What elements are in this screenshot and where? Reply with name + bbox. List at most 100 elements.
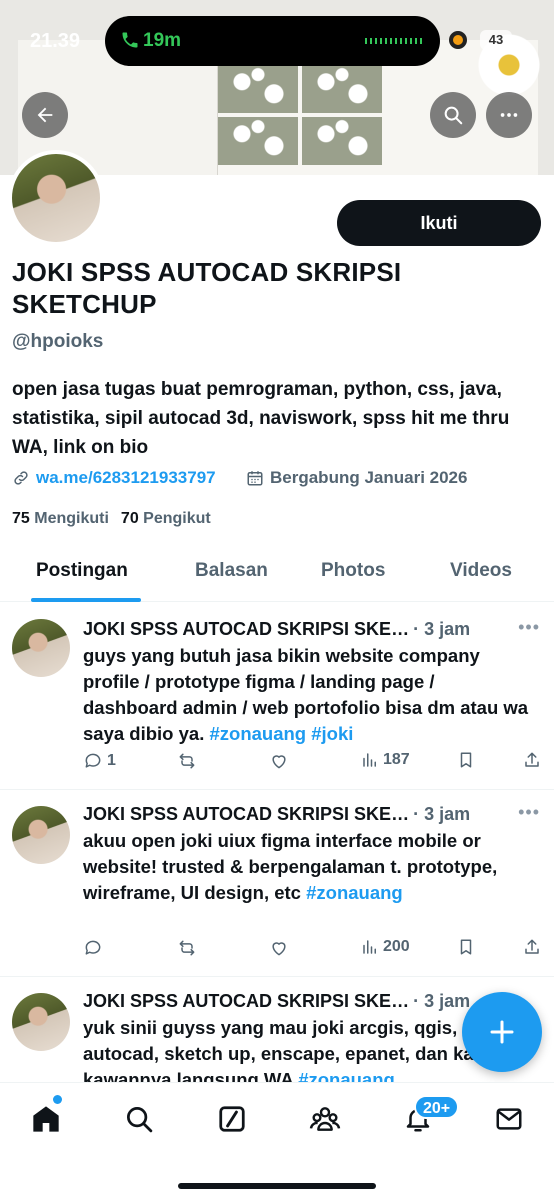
share-button[interactable]: [523, 751, 541, 769]
followers-count: 70: [120, 510, 139, 527]
share-icon: [525, 752, 539, 767]
post-time: · 3 jam: [413, 619, 471, 639]
view-count: 187: [383, 751, 410, 768]
like-button[interactable]: [269, 751, 289, 771]
mail-icon: [496, 1108, 522, 1130]
following-stat[interactable]: 75 Mengikuti: [12, 510, 109, 528]
profile-stats: 75 Mengikuti 70 Pengikut: [12, 510, 211, 528]
profile-joined-text: Bergabung Januari 2026: [270, 468, 468, 487]
post-text-content: akuu open joki uiux figma interface mobi…: [83, 830, 498, 903]
calendar-icon: [247, 471, 263, 486]
more-horizontal-icon: [500, 113, 518, 117]
follow-button[interactable]: Ikuti: [337, 200, 541, 246]
post-header: JOKI SPSS AUTOCAD SKRIPSI SKE… · 3 jam: [83, 991, 470, 1012]
bookmark-button[interactable]: [457, 751, 475, 769]
heart-icon: [272, 755, 286, 769]
notifications-badge: 20+: [414, 1095, 460, 1119]
post-author[interactable]: JOKI SPSS AUTOCAD SKRIPSI SKE…: [83, 804, 409, 825]
profile-bio: open jasa tugas buat pemrograman, python…: [12, 379, 510, 458]
home-icon: [33, 1106, 59, 1132]
profile-link-text[interactable]: wa.me/6283121933797: [36, 468, 216, 488]
search-button[interactable]: [430, 92, 476, 138]
nav-search[interactable]: [119, 1099, 159, 1139]
repost-icon: [179, 940, 195, 956]
tab-videos[interactable]: Videos: [450, 560, 512, 582]
nav-home[interactable]: [26, 1099, 66, 1139]
post-avatar[interactable]: [12, 806, 70, 864]
views-chart-icon: [363, 940, 376, 954]
post-hashtags[interactable]: #zonauang: [293, 1069, 395, 1082]
post-hashtags[interactable]: #zonauang #joki: [204, 723, 353, 744]
search-icon: [444, 106, 463, 125]
tab-photos[interactable]: Photos: [321, 560, 385, 582]
nav-communities[interactable]: [305, 1099, 345, 1139]
reply-count: 1: [107, 752, 116, 769]
recording-indicator-icon: [449, 31, 467, 49]
link-icon: [14, 471, 28, 485]
post-author[interactable]: JOKI SPSS AUTOCAD SKRIPSI SKE…: [83, 991, 409, 1012]
repost-icon: [179, 753, 195, 769]
bookmark-icon: [460, 939, 472, 955]
post-actions: 1 187: [83, 751, 543, 775]
call-duration: 19m: [143, 30, 182, 51]
profile-handle: @hpoioks: [12, 331, 104, 352]
post-text: guys yang butuh jasa bikin website compa…: [83, 643, 533, 747]
post-item[interactable]: JOKI SPSS AUTOCAD SKRIPSI SKE… · 3 jam •…: [0, 603, 554, 790]
reply-icon: [85, 753, 101, 768]
views-chart-icon: [363, 753, 376, 767]
post-header: JOKI SPSS AUTOCAD SKRIPSI SKE… · 3 jam: [83, 619, 470, 640]
profile-avatar[interactable]: [8, 150, 104, 246]
views-button[interactable]: 187: [361, 751, 410, 769]
profile-joined: Bergabung Januari 2026: [246, 468, 467, 488]
post-text: akuu open joki uiux figma interface mobi…: [83, 828, 533, 906]
post-author[interactable]: JOKI SPSS AUTOCAD SKRIPSI SKE…: [83, 619, 409, 640]
active-tab-indicator: [31, 598, 141, 602]
profile-tabs: Postingan Balasan Photos Videos: [0, 548, 554, 602]
grok-icon: [219, 1106, 245, 1132]
compose-post-button[interactable]: [462, 992, 542, 1072]
nav-grok[interactable]: [212, 1099, 252, 1139]
followers-stat[interactable]: 70 Pengikut: [121, 510, 211, 528]
share-button[interactable]: [523, 938, 541, 956]
post-time: · 3 jam: [413, 804, 471, 824]
plus-icon: [490, 1020, 514, 1044]
post-avatar[interactable]: [12, 993, 70, 1051]
post-more-icon[interactable]: •••: [518, 802, 540, 823]
post-actions: 200: [83, 938, 543, 962]
banner-daisy-photos: [218, 65, 388, 165]
tab-balasan[interactable]: Balasan: [195, 560, 268, 582]
profile-display-name: JOKI SPSS AUTOCAD SKRIPSI SKETCHUP: [12, 257, 402, 319]
post-header: JOKI SPSS AUTOCAD SKRIPSI SKE… · 3 jam: [83, 804, 470, 825]
home-new-dot: [53, 1095, 62, 1104]
repost-button[interactable]: [177, 938, 197, 958]
back-button[interactable]: [22, 92, 68, 138]
views-button[interactable]: 200: [361, 938, 410, 956]
repost-button[interactable]: [177, 751, 197, 771]
like-button[interactable]: [269, 938, 289, 958]
following-label: Mengikuti: [34, 510, 109, 527]
followers-label: Pengikut: [143, 510, 211, 527]
profile-link[interactable]: wa.me/6283121933797: [12, 468, 216, 488]
tab-postingan[interactable]: Postingan: [36, 560, 128, 582]
nav-messages[interactable]: [489, 1099, 529, 1139]
audio-waveform-icon: [365, 38, 423, 44]
arrow-left-icon: [37, 107, 53, 123]
battery-icon: 43: [480, 30, 512, 50]
bookmark-button[interactable]: [457, 938, 475, 956]
view-count: 200: [383, 938, 410, 955]
more-options-button[interactable]: [486, 92, 532, 138]
search-icon: [127, 1107, 153, 1133]
home-indicator[interactable]: [178, 1183, 376, 1189]
reply-icon: [85, 940, 101, 955]
post-more-icon[interactable]: •••: [518, 617, 540, 638]
status-time: 21.39: [30, 30, 81, 52]
reply-button[interactable]: [83, 938, 107, 958]
post-hashtags[interactable]: #zonauang: [306, 882, 403, 903]
post-item[interactable]: JOKI SPSS AUTOCAD SKRIPSI SKE… · 3 jam •…: [0, 790, 554, 977]
post-time: · 3 jam: [413, 991, 471, 1011]
phone-icon: [120, 30, 140, 56]
communities-icon: [309, 1107, 341, 1131]
post-avatar[interactable]: [12, 619, 70, 677]
bookmark-icon: [460, 752, 472, 768]
reply-button[interactable]: 1: [83, 751, 116, 771]
